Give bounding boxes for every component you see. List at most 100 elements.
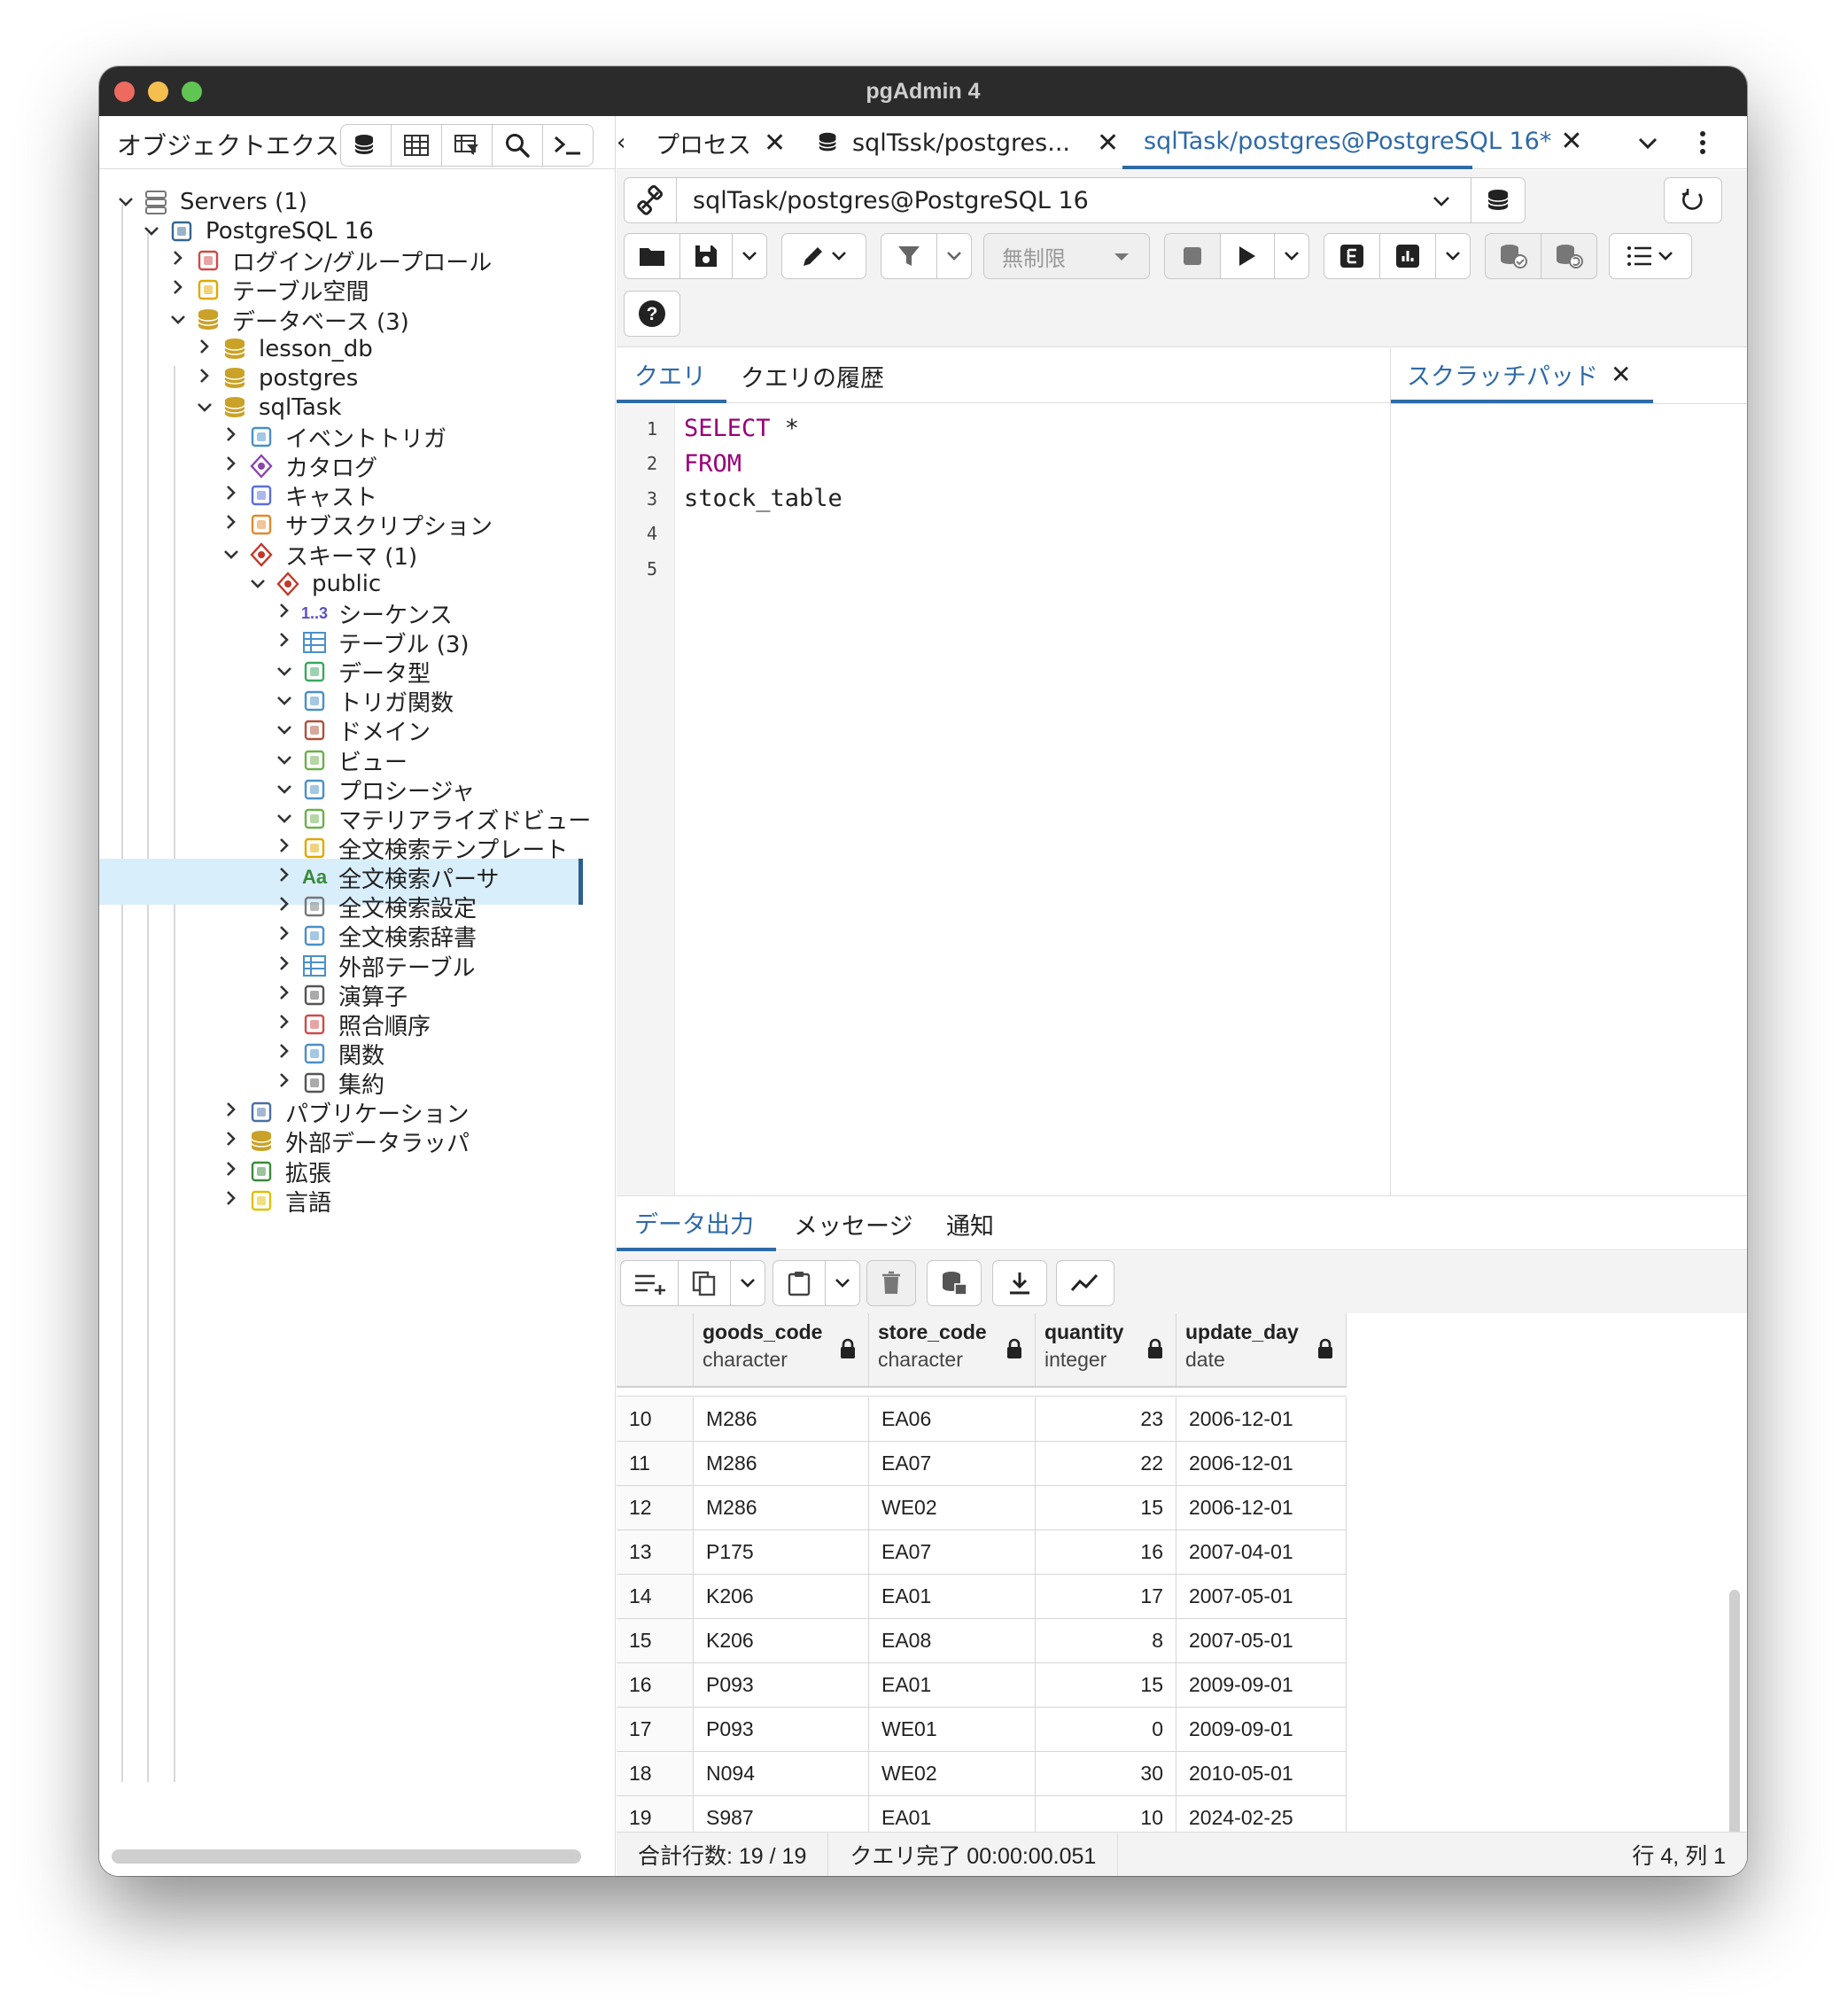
tab-query[interactable]: クエリ xyxy=(617,348,726,403)
copy-button[interactable] xyxy=(678,1260,731,1306)
vertical-scrollbar[interactable] xyxy=(1729,1590,1740,1873)
table-cell[interactable]: P093 xyxy=(694,1708,869,1751)
chevron-right-icon[interactable] xyxy=(271,954,298,977)
save-file-button[interactable] xyxy=(679,233,733,279)
row-number-cell[interactable]: 19 xyxy=(617,1796,694,1832)
chevron-right-icon[interactable] xyxy=(271,866,298,889)
column-header[interactable]: quantity integer xyxy=(1036,1313,1176,1386)
table-cell[interactable]: 15 xyxy=(1036,1486,1176,1529)
sql-editor[interactable]: 1 2 3 4 5 SELECT * FROM stock_table xyxy=(617,404,1389,1195)
download-button[interactable] xyxy=(992,1260,1047,1306)
table-cell[interactable]: 8 xyxy=(1036,1619,1176,1662)
close-icon[interactable]: ✕ xyxy=(764,128,786,159)
chevron-right-icon[interactable] xyxy=(271,1071,298,1094)
table-cell[interactable]: K206 xyxy=(694,1575,869,1618)
table-cell[interactable]: 2006-12-01 xyxy=(1176,1486,1347,1529)
chevron-down-icon[interactable] xyxy=(271,779,298,801)
connection-status-button[interactable] xyxy=(624,177,677,223)
table-cell[interactable]: EA07 xyxy=(869,1530,1036,1574)
table-cell[interactable]: 2009-09-01 xyxy=(1176,1708,1347,1751)
execute-options-dropdown[interactable] xyxy=(1274,233,1309,279)
table-row[interactable]: 11 M286 EA07 22 2006-12-01 xyxy=(617,1442,1347,1486)
table-row[interactable]: 18 N094 WE02 30 2010-05-01 xyxy=(617,1752,1347,1796)
delete-row-button[interactable] xyxy=(866,1260,916,1306)
save-data-button[interactable] xyxy=(927,1260,982,1306)
chevron-right-icon[interactable] xyxy=(271,602,298,625)
chevron-right-icon[interactable] xyxy=(218,1189,245,1212)
refresh-button[interactable] xyxy=(1664,177,1722,223)
table-cell[interactable]: WE01 xyxy=(869,1708,1036,1751)
chevron-right-icon[interactable] xyxy=(165,278,191,301)
row-number-cell[interactable]: 18 xyxy=(617,1752,694,1795)
rollback-button[interactable] xyxy=(1541,233,1597,279)
save-options-dropdown[interactable] xyxy=(732,233,767,279)
table-cell[interactable]: N094 xyxy=(694,1752,869,1795)
table-row[interactable]: 19 S987 EA01 10 2024-02-25 xyxy=(617,1796,1347,1832)
scratch-pad-textarea[interactable] xyxy=(1391,405,1747,1194)
chevron-down-icon[interactable] xyxy=(271,661,298,683)
row-number-cell[interactable]: 14 xyxy=(617,1575,694,1618)
chevron-right-icon[interactable] xyxy=(271,1013,298,1036)
table-cell[interactable]: EA01 xyxy=(869,1575,1036,1618)
table-cell[interactable]: 2006-12-01 xyxy=(1176,1397,1347,1441)
chevron-right-icon[interactable] xyxy=(218,1101,245,1124)
tab-notifications[interactable]: 通知 xyxy=(946,1196,994,1251)
table-row[interactable]: 17 P093 WE01 0 2009-09-01 xyxy=(617,1708,1347,1752)
filter-button[interactable] xyxy=(881,233,937,279)
table-row[interactable]: 13 P175 EA07 16 2007-04-01 xyxy=(617,1530,1347,1575)
table-cell[interactable]: P175 xyxy=(694,1530,869,1574)
close-window-button[interactable] xyxy=(114,82,135,102)
column-header[interactable]: update_day date xyxy=(1176,1313,1347,1386)
copy-options-dropdown[interactable] xyxy=(730,1260,765,1306)
row-number-cell[interactable]: 13 xyxy=(617,1530,694,1574)
chevron-right-icon[interactable] xyxy=(271,1042,298,1065)
table-cell[interactable]: P093 xyxy=(694,1663,869,1707)
table-cell[interactable]: M286 xyxy=(694,1442,869,1485)
close-icon[interactable]: ✕ xyxy=(1097,128,1119,159)
table-cell[interactable]: EA08 xyxy=(869,1619,1036,1662)
chevron-down-icon[interactable] xyxy=(245,573,271,595)
column-header[interactable]: store_code character xyxy=(869,1313,1036,1386)
chevron-down-icon[interactable] xyxy=(218,544,245,566)
filter-options-dropdown[interactable] xyxy=(936,233,972,279)
open-file-button[interactable] xyxy=(624,233,680,279)
tab-list-dropdown[interactable] xyxy=(1637,116,1658,169)
chevron-down-icon[interactable] xyxy=(271,808,298,830)
tab-messages[interactable]: メッセージ xyxy=(794,1196,912,1251)
explain-analyze-button[interactable] xyxy=(1379,233,1436,279)
chevron-right-icon[interactable] xyxy=(271,631,298,654)
chevron-down-icon[interactable] xyxy=(271,720,298,742)
table-cell[interactable]: 2024-02-25 xyxy=(1176,1796,1347,1832)
tab-query-history[interactable]: クエリの履歴 xyxy=(741,348,884,403)
row-limit-select[interactable]: 無制限 xyxy=(983,233,1150,279)
horizontal-scrollbar[interactable] xyxy=(112,1849,581,1864)
table-row[interactable]: 10 M286 EA06 23 2006-12-01 xyxy=(617,1397,1347,1442)
table-cell[interactable]: 16 xyxy=(1036,1530,1176,1574)
paste-button[interactable] xyxy=(773,1260,826,1306)
chevron-down-icon[interactable] xyxy=(271,690,298,712)
chevron-right-icon[interactable] xyxy=(218,484,245,507)
table-cell[interactable]: 2010-05-01 xyxy=(1176,1752,1347,1795)
row-number-cell[interactable]: 11 xyxy=(617,1442,694,1485)
table-cell[interactable]: 2007-04-01 xyxy=(1176,1530,1347,1574)
chevron-down-icon[interactable] xyxy=(165,309,191,331)
chevron-down-icon[interactable] xyxy=(191,397,218,419)
table-cell[interactable]: WE02 xyxy=(869,1752,1036,1795)
minimize-window-button[interactable] xyxy=(148,82,168,102)
close-icon[interactable]: ✕ xyxy=(1560,126,1582,157)
chevron-down-icon[interactable] xyxy=(138,221,165,243)
chevron-right-icon[interactable] xyxy=(218,1130,245,1153)
row-number-cell[interactable]: 12 xyxy=(617,1486,694,1529)
row-number-header[interactable] xyxy=(617,1313,694,1386)
tab-query-sqltask[interactable]: sqlTask/postgres@PostgreSQL 16* ✕ xyxy=(1122,116,1582,169)
row-number-cell[interactable]: 15 xyxy=(617,1619,694,1662)
table-cell[interactable]: EA01 xyxy=(869,1663,1036,1707)
stop-query-button[interactable] xyxy=(1164,233,1221,279)
commit-button[interactable] xyxy=(1485,233,1541,279)
chevron-right-icon[interactable] xyxy=(271,895,298,918)
tab-processes[interactable]: プロセス ✕ xyxy=(656,116,786,169)
table-row[interactable]: 14 K206 EA01 17 2007-05-01 xyxy=(617,1575,1347,1619)
connection-select[interactable]: sqlTask/postgres@PostgreSQL 16 xyxy=(676,177,1471,223)
table-cell[interactable]: 2007-05-01 xyxy=(1176,1575,1347,1618)
chevron-right-icon[interactable] xyxy=(271,924,298,947)
